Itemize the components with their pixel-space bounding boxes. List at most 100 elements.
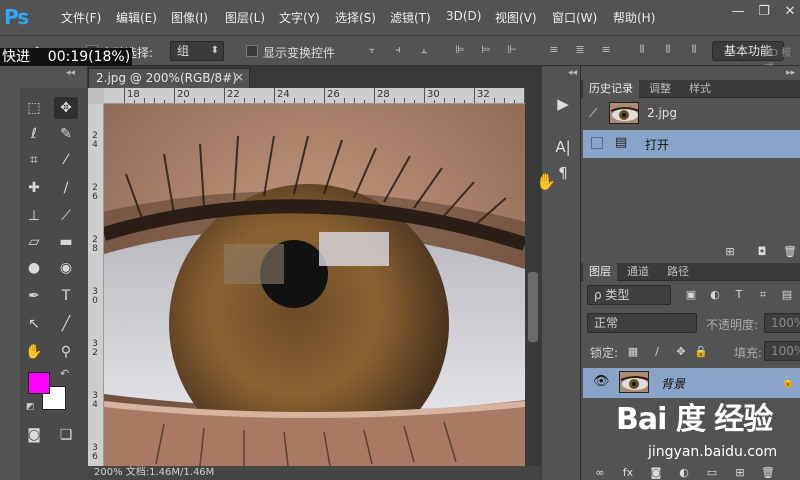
align-bottom-icon[interactable]: ⫠ xyxy=(416,42,432,58)
align-left-icon[interactable]: ⊫ xyxy=(452,42,468,58)
lock-image-icon[interactable]: ∕ xyxy=(650,345,664,359)
menu-image[interactable]: 图像(I) xyxy=(171,9,208,26)
play-action-icon[interactable]: ▶ xyxy=(551,93,575,115)
new-group-icon[interactable]: ▭ xyxy=(704,466,720,480)
ruler-top-tick xyxy=(324,88,325,103)
quick-select-tool-icon[interactable]: ✎ xyxy=(54,123,78,145)
tab-paths[interactable]: 路径 xyxy=(661,263,695,281)
fill-input[interactable]: 100% xyxy=(764,341,800,361)
filter-shape-icon[interactable]: ⌗ xyxy=(756,288,770,302)
lock-transparent-icon[interactable]: ▦ xyxy=(626,345,640,359)
align-hcenter-icon[interactable]: ⊨ xyxy=(478,42,494,58)
distribute-vcenter-icon[interactable]: ≣ xyxy=(572,42,588,58)
menu-window[interactable]: 窗口(W) xyxy=(552,9,597,26)
healing-brush-tool-icon[interactable]: ✚ xyxy=(22,177,46,199)
tab-adjustments[interactable]: 调整 xyxy=(643,80,677,98)
clone-stamp-tool-icon[interactable]: ⊥ xyxy=(22,205,46,227)
dodge-tool-icon[interactable]: ◉ xyxy=(54,257,78,279)
new-document-from-state-icon[interactable]: ⊞ xyxy=(722,245,738,259)
history-brush-source-icon[interactable]: ⟋ xyxy=(589,106,597,121)
menu-view[interactable]: 视图(V) xyxy=(495,9,537,26)
move-tool-icon[interactable]: ✥ xyxy=(54,97,78,119)
document-close-icon[interactable]: × xyxy=(234,70,244,84)
character-panel-icon[interactable]: A| xyxy=(551,136,575,158)
zoom-tool-icon[interactable]: ⚲ xyxy=(54,341,78,363)
new-snapshot-icon[interactable]: ◘ xyxy=(754,245,770,259)
layer-style-icon[interactable]: fx xyxy=(620,466,636,480)
distribute-right-icon[interactable]: ⫴ xyxy=(686,42,702,58)
blend-mode-dropdown[interactable]: 正常 xyxy=(587,313,697,333)
align-vcenter-icon[interactable]: ⫞ xyxy=(390,42,406,58)
menu-help[interactable]: 帮助(H) xyxy=(613,9,655,26)
lasso-tool-icon[interactable]: ℓ xyxy=(22,123,46,145)
brush-tool-icon[interactable]: ∕ xyxy=(54,177,78,199)
menu-type[interactable]: 文字(Y) xyxy=(279,9,320,26)
menu-edit[interactable]: 编辑(E) xyxy=(116,9,157,26)
default-colors-icon[interactable]: ◩ xyxy=(26,402,35,412)
layer-visibility-eye-icon[interactable]: 👁 xyxy=(593,374,610,389)
marquee-tool-icon[interactable]: ⬚ xyxy=(22,97,46,119)
crop-tool-icon[interactable]: ⌗ xyxy=(22,149,46,171)
menu-select[interactable]: 选择(S) xyxy=(335,9,376,26)
tab-styles[interactable]: 样式 xyxy=(683,80,717,98)
restore-icon[interactable]: ❐ xyxy=(754,4,774,20)
filter-type-icon[interactable]: T xyxy=(732,288,746,302)
tab-layers[interactable]: 图层 xyxy=(583,263,617,281)
distribute-hcenter-icon[interactable]: ⦀ xyxy=(660,42,676,58)
swap-colors-icon[interactable]: ↶ xyxy=(60,367,69,380)
gradient-tool-icon[interactable]: ▬ xyxy=(54,231,78,253)
history-step-checkbox[interactable] xyxy=(591,137,603,149)
delete-layer-icon[interactable]: 🗑 xyxy=(760,466,776,480)
close-window-icon[interactable]: ✕ xyxy=(780,4,800,20)
tab-channels[interactable]: 通道 xyxy=(621,263,655,281)
filter-pixel-icon[interactable]: ▣ xyxy=(684,288,698,302)
filter-smart-object-icon[interactable]: ▤ xyxy=(780,288,794,302)
align-right-icon[interactable]: ⊩ xyxy=(504,42,520,58)
opacity-input[interactable]: 100% xyxy=(764,313,800,333)
menu-file[interactable]: 文件(F) xyxy=(61,9,101,26)
new-layer-icon[interactable]: ⊞ xyxy=(732,466,748,480)
menu-layer[interactable]: 图层(L) xyxy=(225,9,265,26)
ruler-top-minor-tick xyxy=(294,98,295,103)
tab-history[interactable]: 历史记录 xyxy=(583,80,639,98)
collapse-right-panels-icon[interactable]: ▸▸ xyxy=(786,68,795,78)
layer-filter-dropdown[interactable]: ρ 类型 xyxy=(587,285,671,305)
eraser-tool-icon[interactable]: ▱ xyxy=(22,231,46,253)
link-layers-icon[interactable]: ∞ xyxy=(592,466,608,480)
ruler-origin[interactable] xyxy=(88,88,104,104)
collapse-dock-icon[interactable]: ◂◂ xyxy=(568,68,577,78)
menu-filter[interactable]: 滤镜(T) xyxy=(390,9,431,26)
lock-all-icon[interactable]: 🔒 xyxy=(694,345,708,359)
show-transform-checkbox[interactable] xyxy=(246,45,258,57)
menu-3d[interactable]: 3D(D) xyxy=(446,9,481,23)
add-mask-icon[interactable]: ◙ xyxy=(648,466,664,480)
history-brush-tool-icon[interactable]: ⟋ xyxy=(54,205,78,227)
screen-mode-icon[interactable]: ❏ xyxy=(54,424,78,446)
distribute-bottom-icon[interactable]: ≡ xyxy=(598,42,614,58)
ruler-top-minor-tick xyxy=(304,98,305,103)
hand-tool-icon[interactable]: ✋ xyxy=(22,341,46,363)
auto-select-target-dropdown[interactable]: 组 xyxy=(170,41,224,61)
collapse-tools-icon[interactable]: ◂◂ xyxy=(66,68,75,78)
blur-tool-icon[interactable]: ● xyxy=(22,257,46,279)
pen-tool-icon[interactable]: ✒ xyxy=(22,285,46,307)
quick-mask-icon[interactable]: ◙ xyxy=(22,424,46,446)
image-canvas[interactable] xyxy=(104,104,525,466)
history-step-row[interactable]: ▤ 打开 xyxy=(583,130,800,158)
distribute-top-icon[interactable]: ≡ xyxy=(546,42,562,58)
adjustment-layer-icon[interactable]: ◐ xyxy=(676,466,692,480)
ruler-top-label: 18 xyxy=(127,89,140,100)
foreground-color-swatch[interactable] xyxy=(28,372,50,394)
eyedropper-tool-icon[interactable]: ⁄ xyxy=(54,149,78,171)
align-top-icon[interactable]: ⫟ xyxy=(364,42,380,58)
delete-state-icon[interactable]: 🗑 xyxy=(782,245,798,259)
lock-position-icon[interactable]: ✥ xyxy=(674,345,688,359)
vertical-scroll-thumb[interactable] xyxy=(528,272,538,342)
filter-adjustment-icon[interactable]: ◐ xyxy=(708,288,722,302)
distribute-left-icon[interactable]: ⫴ xyxy=(634,42,650,58)
path-select-tool-icon[interactable]: ↖ xyxy=(22,313,46,335)
minimize-icon[interactable]: — xyxy=(728,4,748,20)
line-tool-icon[interactable]: ╱ xyxy=(54,313,78,335)
type-tool-icon[interactable]: T xyxy=(54,285,78,307)
history-snapshot-row[interactable]: ⟋ 2.jpg xyxy=(583,100,800,128)
